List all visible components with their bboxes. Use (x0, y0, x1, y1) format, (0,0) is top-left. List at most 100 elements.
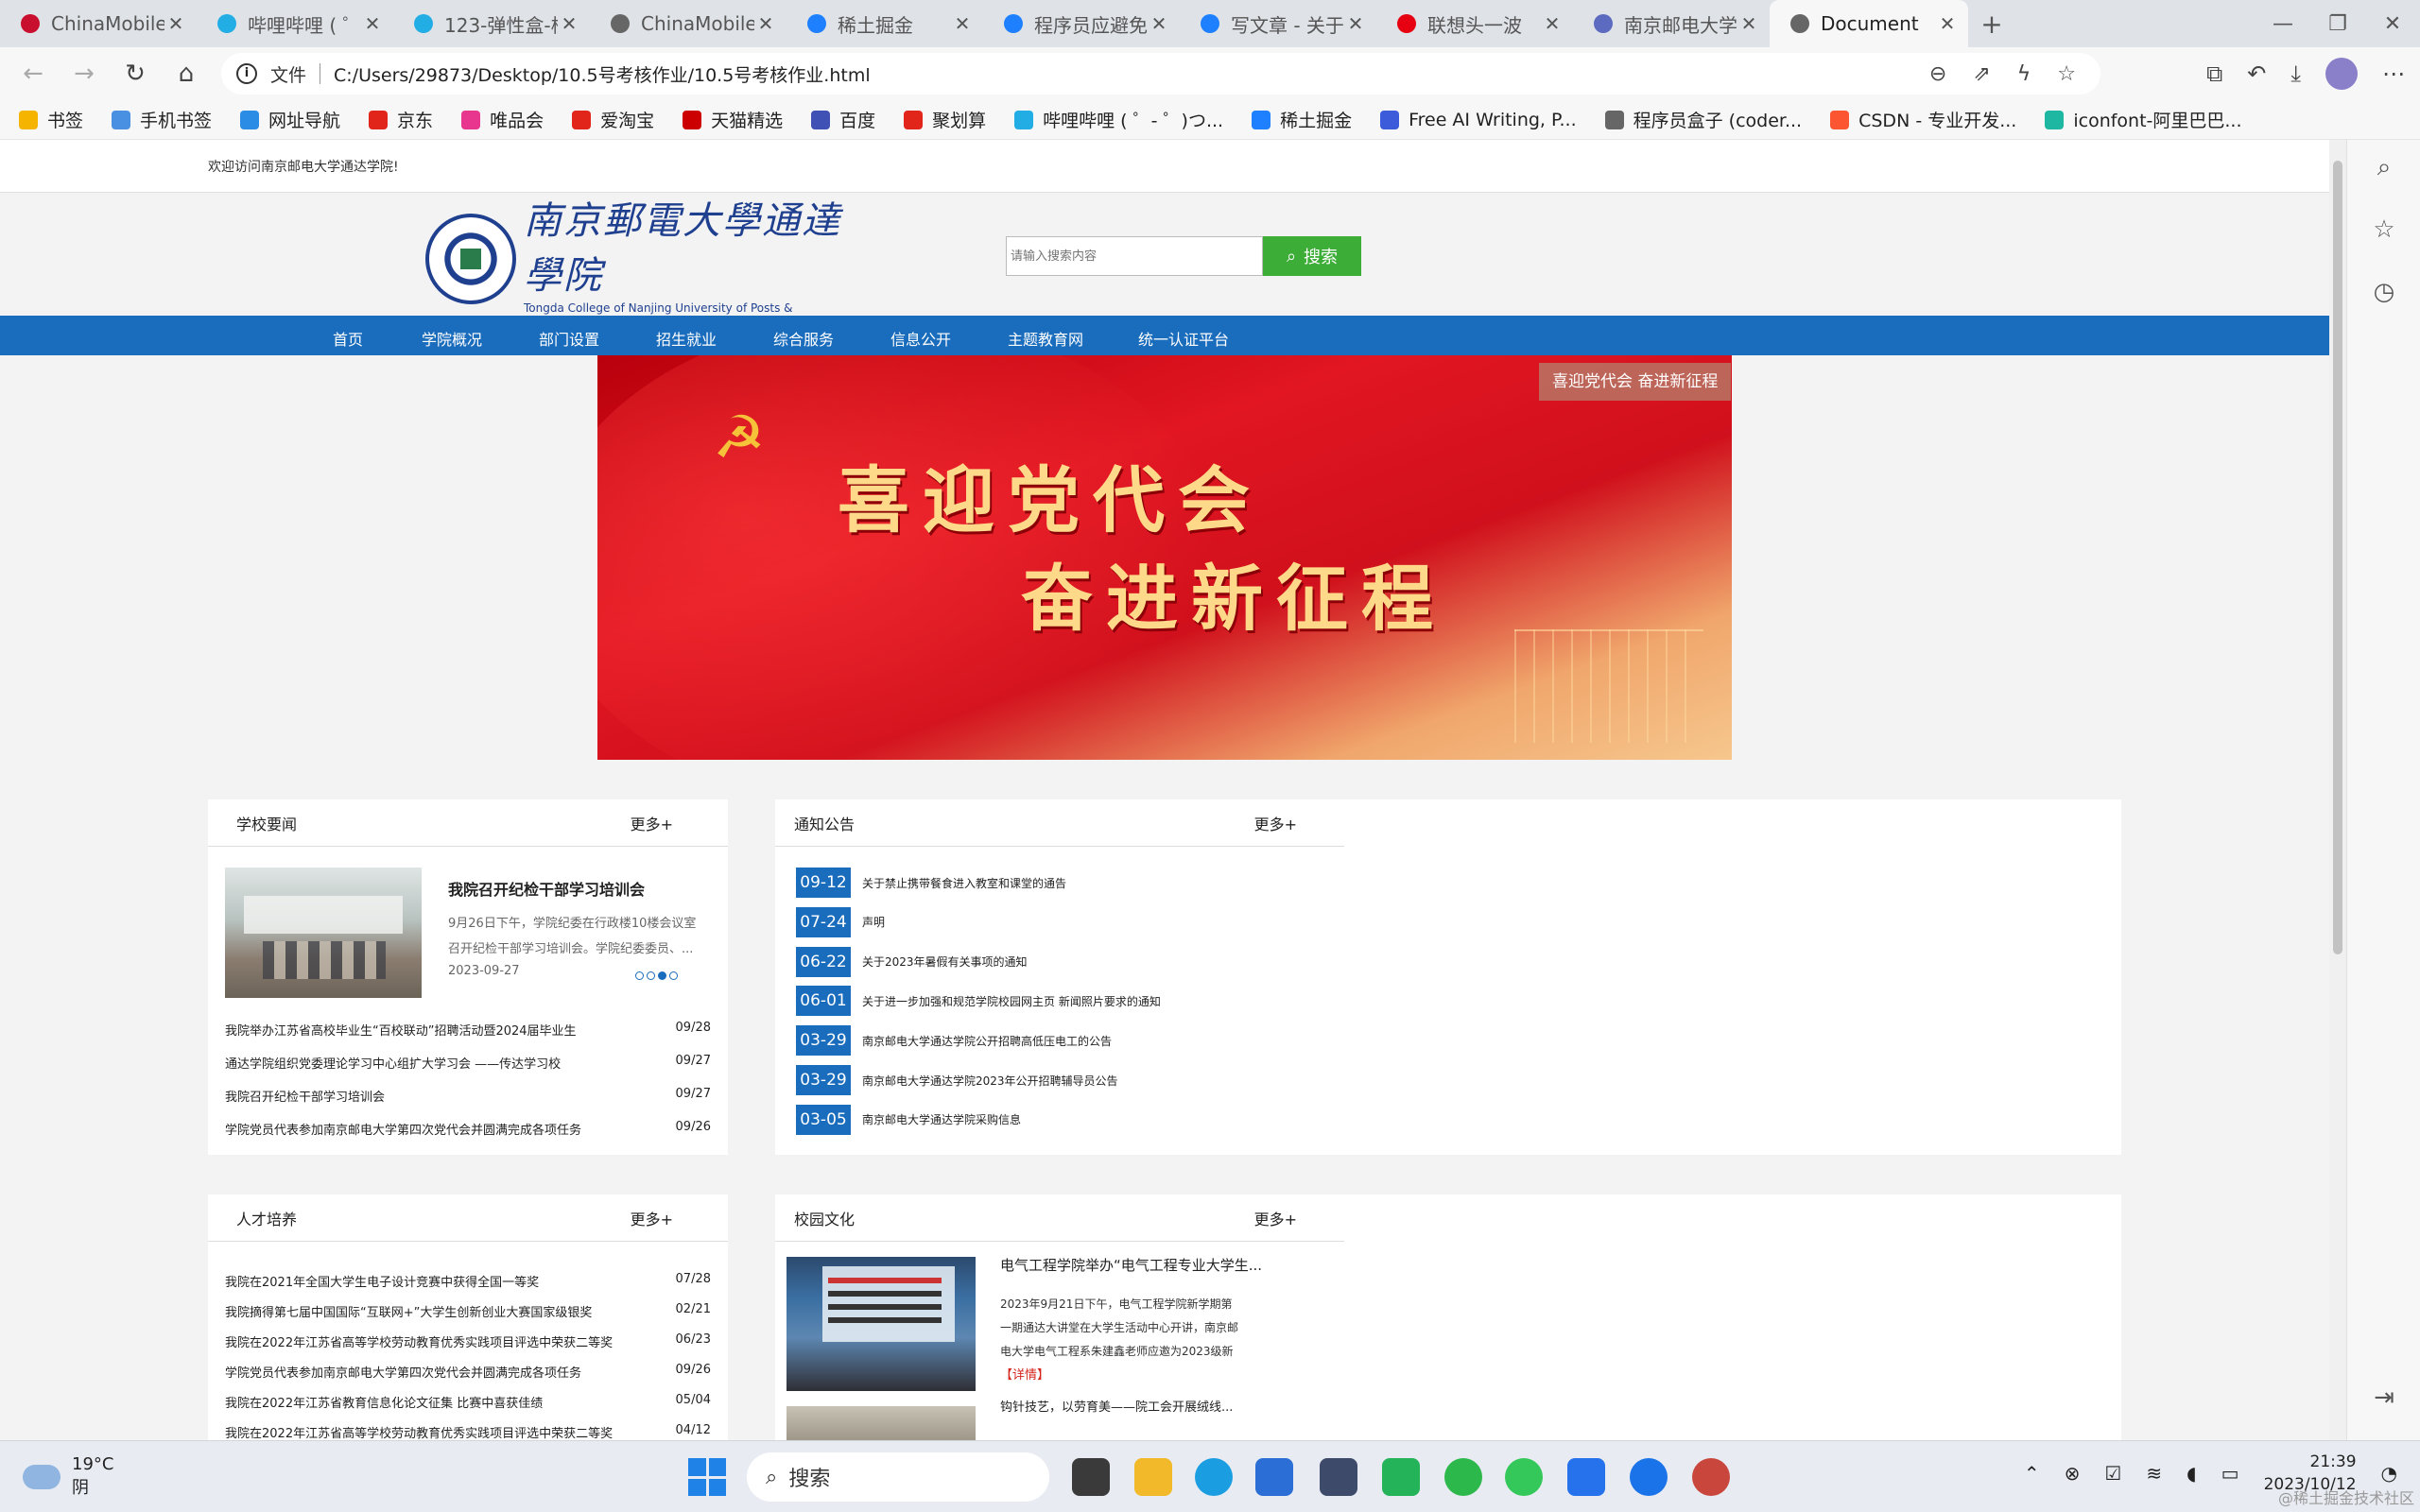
download-icon[interactable]: ⤓ (2290, 60, 2301, 87)
notice-item[interactable]: 09-12 关于禁止携带餐食进入教室和课堂的通告 (796, 868, 1066, 898)
scrollbar-thumb[interactable] (2333, 161, 2342, 954)
list-item[interactable]: 我院摘得第七届中国国际“互联网+”大学生创新创业大赛国家级银奖 02/21 (225, 1302, 711, 1320)
notices-more-link[interactable]: 更多+ (1254, 812, 1297, 834)
tab-close-icon[interactable]: ✕ (1541, 12, 1564, 35)
wifi-icon[interactable]: ≋ (2146, 1462, 2162, 1485)
campus-article-1-title[interactable]: 电气工程学院举办“电气工程专业大学生... (1000, 1255, 1303, 1275)
bookmark-item[interactable]: 百度 (811, 107, 875, 132)
task-view-icon[interactable] (1072, 1458, 1110, 1496)
star-icon[interactable]: ☆ (2057, 62, 2076, 86)
browser-tab[interactable]: 联想头一波 ✕ (1376, 0, 1573, 47)
nav-item-overview[interactable]: 学院概况 (422, 327, 482, 350)
list-item[interactable]: 通达学院组织党委理论学习中心组扩大学习会 ——传达学习校 09/27 (225, 1054, 711, 1072)
list-item[interactable]: 学院党员代表参加南京邮电大学第四次党代会并圆满完成各项任务 09/26 (225, 1363, 711, 1381)
notice-item[interactable]: 03-29 南京邮电大学通达学院2023年公开招聘辅导员公告 (796, 1065, 1118, 1095)
tab-close-icon[interactable]: ✕ (1148, 12, 1170, 35)
search-button[interactable]: ⌕ 搜索 (1263, 236, 1361, 276)
nav-item-disclosure[interactable]: 信息公开 (890, 327, 951, 350)
reload-icon[interactable]: ↻ (110, 60, 161, 88)
bookmark-item[interactable]: 聚划算 (904, 107, 986, 132)
weather-widget[interactable]: 19°C 阴 (23, 1454, 113, 1499)
browser-tab[interactable]: 123-弹性盒-核 ✕ (393, 0, 590, 47)
bookmark-item[interactable]: 稀土掘金 (1252, 107, 1352, 132)
notice-item[interactable]: 06-22 关于2023年暑假有关事项的通知 (796, 946, 1028, 977)
close-window-icon[interactable]: ✕ (2365, 12, 2420, 36)
browser-tab[interactable]: ChinaMobile ✕ (590, 0, 786, 47)
browser-tab[interactable]: Document ✕ (1770, 0, 1968, 47)
featured-news-headline[interactable]: 我院召开纪检干部学习培训会 (448, 877, 713, 900)
list-item[interactable]: 我院在2022年江苏省高等学校劳动教育优秀实践项目评选中荣获二等奖 04/12 (225, 1423, 711, 1440)
bookmark-item[interactable]: 程序员盒子 (coder... (1604, 107, 1802, 132)
tray-check-icon[interactable]: ☑ (2104, 1462, 2121, 1485)
nav-item-unified-auth[interactable]: 统一认证平台 (1138, 327, 1229, 350)
list-item[interactable]: 我院举办江苏省高校毕业生“百校联动”招聘活动暨2024届毕业生 09/28 (225, 1021, 711, 1039)
bookmark-item[interactable]: Free AI Writing, P... (1380, 110, 1577, 130)
unity-icon[interactable] (1320, 1458, 1357, 1496)
notice-item[interactable]: 03-05 南京邮电大学通达学院采购信息 (796, 1104, 1021, 1135)
game-icon[interactable] (1692, 1458, 1730, 1496)
list-item[interactable]: 我院在2022年江苏省高等学校劳动教育优秀实践项目评选中荣获二等奖 06/23 (225, 1332, 711, 1350)
notice-item[interactable]: 06-01 关于进一步加强和规范学院校园网主页 新闻照片要求的通知 (796, 986, 1161, 1017)
volume-icon[interactable]: ◖ (2187, 1462, 2197, 1485)
notice-item[interactable]: 07-24 声明 (796, 906, 885, 937)
browser-tab[interactable]: 写文章 - 关于 ✕ (1180, 0, 1376, 47)
extensions-icon[interactable]: ⧉ (2206, 60, 2222, 87)
bookmark-item[interactable]: 京东 (369, 107, 433, 132)
share-icon[interactable]: ⇗ (1973, 62, 1990, 86)
maximize-icon[interactable]: ❐ (2310, 12, 2365, 36)
list-item[interactable]: 我院在2022年江苏省教育信息化论文征集 比赛中喜获佳绩 05/04 (225, 1393, 711, 1411)
file-explorer-icon[interactable] (1134, 1458, 1172, 1496)
search-input[interactable] (1006, 236, 1263, 276)
handicraft-photo[interactable] (786, 1406, 976, 1440)
url-text[interactable]: C:/Users/29873/Desktop/10.5号考核作业/10.5号考核… (334, 61, 871, 87)
tab-close-icon[interactable]: ✕ (1737, 12, 1760, 35)
nav-item-departments[interactable]: 部门设置 (539, 327, 599, 350)
razer-icon[interactable] (1444, 1458, 1482, 1496)
bookmark-item[interactable]: 网址导航 (240, 107, 340, 132)
zoom-out-icon[interactable]: ⊖ (1929, 62, 1946, 86)
carousel-dot-active[interactable] (658, 971, 666, 980)
campus-article-1-detail-link[interactable]: 【详情】 (1000, 1365, 1303, 1383)
campus-more-link[interactable]: 更多+ (1254, 1207, 1297, 1229)
tab-close-icon[interactable]: ✕ (951, 12, 974, 35)
battery-icon[interactable]: ▭ (2221, 1462, 2239, 1485)
browser-tab[interactable]: 稀土掘金 ✕ (786, 0, 983, 47)
list-item[interactable]: 我院在2021年全国大学生电子设计竞赛中获得全国一等奖 07/28 (225, 1272, 711, 1290)
nav-item-services[interactable]: 综合服务 (773, 327, 834, 350)
tab-close-icon[interactable]: ✕ (754, 12, 777, 35)
menu-icon[interactable]: ⋯ (2382, 60, 2405, 87)
nav-item-home[interactable]: 首页 (333, 327, 363, 350)
talent-more-link[interactable]: 更多+ (631, 1207, 673, 1229)
bookmark-item[interactable]: iconfont-阿里巴巴... (2045, 107, 2242, 132)
forward-icon[interactable]: → (59, 60, 110, 88)
lecture-photo[interactable] (786, 1257, 976, 1391)
browser-tab[interactable]: 南京邮电大学 ✕ (1573, 0, 1770, 47)
page-scrollbar[interactable] (2329, 140, 2346, 1440)
notice-item[interactable]: 03-29 南京邮电大学通达学院公开招聘高低压电工的公告 (796, 1025, 1112, 1057)
tray-chevron-icon[interactable]: ⌃ (2024, 1462, 2040, 1485)
store-icon[interactable] (1255, 1458, 1293, 1496)
browser-active-icon[interactable] (1630, 1458, 1668, 1496)
browser-tab[interactable]: 哔哩哔哩 ( ゜- ゜✕ (197, 0, 393, 47)
sidebar-collapse-icon[interactable]: ⇥ (2370, 1383, 2398, 1412)
edge-icon[interactable] (1195, 1458, 1233, 1496)
windows-start-icon[interactable] (688, 1458, 726, 1496)
chat-icon[interactable] (1382, 1458, 1420, 1496)
sidebar-history-icon[interactable]: ◷ (2370, 278, 2398, 306)
list-item[interactable]: 我院召开纪检干部学习培训会 09/27 (225, 1087, 711, 1105)
nav-item-theme-education[interactable]: 主题教育网 (1008, 327, 1083, 350)
meeting-photo[interactable] (225, 868, 422, 998)
tab-close-icon[interactable]: ✕ (164, 12, 187, 35)
tray-app-icon[interactable]: ⊗ (2065, 1462, 2081, 1485)
hero-banner[interactable]: ☭ 喜迎党代会 奋进新征程 喜迎党代会 奋进新征程 (597, 355, 1732, 760)
college-logo[interactable]: 南京郵電大學通達學院 Tongda College of Nanjing Uni… (425, 199, 841, 328)
list-item[interactable]: 学院党员代表参加南京邮电大学第四次党代会并圆满完成各项任务 09/26 (225, 1120, 711, 1138)
lightning-icon[interactable]: ϟ (2017, 62, 2031, 86)
tab-close-icon[interactable]: ✕ (1344, 12, 1367, 35)
back-icon[interactable]: ← (8, 60, 59, 88)
carousel-dot[interactable] (647, 971, 655, 980)
bookmark-item[interactable]: 哔哩哔哩 ( ゜- ゜)つ... (1014, 107, 1223, 132)
bookmark-item[interactable]: 书签 (19, 107, 83, 132)
sidebar-favorites-icon[interactable]: ☆ (2370, 215, 2398, 244)
carousel-dot[interactable] (669, 971, 678, 980)
